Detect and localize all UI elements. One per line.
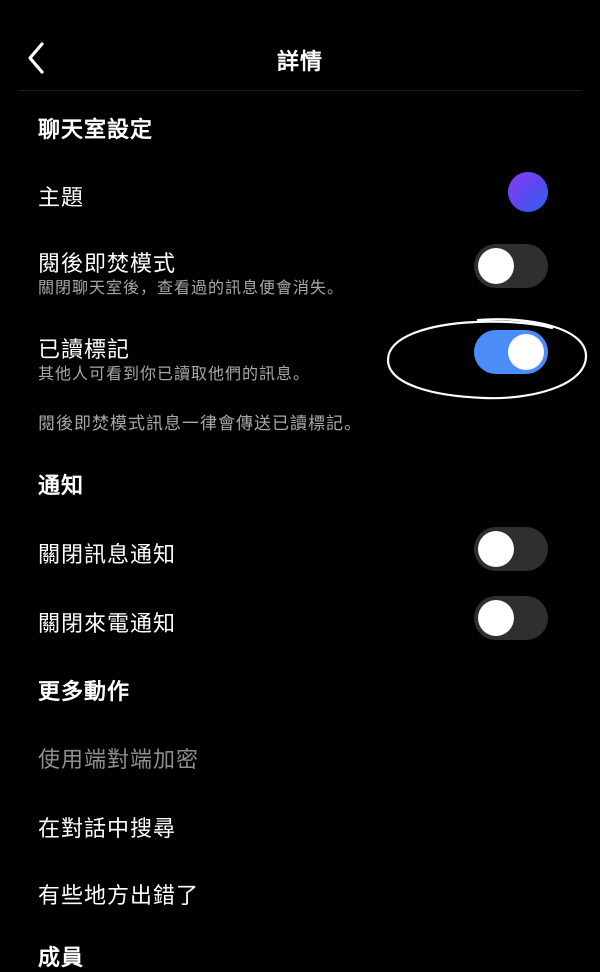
toggle-knob <box>478 531 514 567</box>
section-title-chat-settings: 聊天室設定 <box>38 118 154 143</box>
vanish-mode-toggle[interactable] <box>474 244 548 288</box>
mute-calls-label: 關閉來電通知 <box>38 612 177 637</box>
theme-row[interactable] <box>18 160 582 224</box>
header-bar: 詳情 <box>0 0 600 90</box>
report-problem-label: 有些地方出錯了 <box>38 884 200 909</box>
mute-messages-toggle[interactable] <box>474 527 548 571</box>
vanish-mode-description: 關閉聊天室後，查看過的訊息便會消失。 <box>38 278 345 297</box>
toggle-knob <box>478 248 514 284</box>
vanish-mode-note: 閱後即焚模式訊息一律會傳送已讀標記。 <box>38 414 362 434</box>
toggle-knob <box>478 600 514 636</box>
theme-label: 主題 <box>38 186 85 211</box>
section-title-more-actions: 更多動作 <box>38 680 131 705</box>
read-receipts-description: 其他人可看到你已讀取他們的訊息。 <box>38 364 311 383</box>
search-in-conversation-label: 在對話中搜尋 <box>38 817 177 842</box>
theme-color-swatch[interactable] <box>508 172 548 212</box>
header-divider <box>18 90 582 91</box>
section-title-notifications: 通知 <box>38 474 85 499</box>
end-to-end-encryption-label: 使用端對端加密 <box>38 748 200 773</box>
mute-calls-toggle[interactable] <box>474 596 548 640</box>
toggle-knob <box>508 334 544 370</box>
section-title-members-partial: 成員 <box>38 946 85 971</box>
page-title: 詳情 <box>276 50 323 75</box>
mute-messages-label: 關閉訊息通知 <box>38 543 177 568</box>
read-receipts-toggle[interactable] <box>474 330 548 374</box>
